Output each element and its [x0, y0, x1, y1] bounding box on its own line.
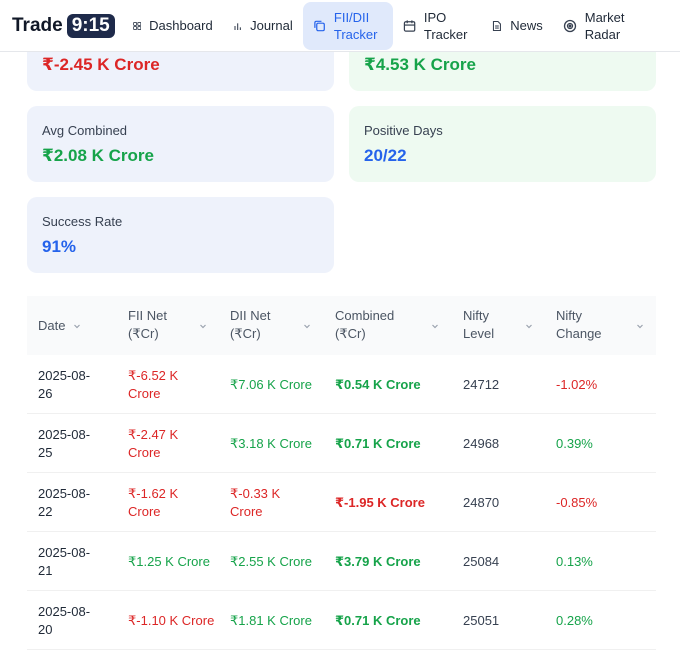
cell-fii-net: ₹-1.62 K Crore	[128, 486, 179, 519]
brand-badge: 9:15	[66, 13, 115, 38]
cell-date: 2025-08-26	[38, 368, 91, 401]
cell-combined: ₹0.71 K Crore	[335, 436, 421, 451]
nav-label: News	[510, 18, 543, 33]
table-row: 2025-08-22 ₹-1.62 K Crore ₹-0.33 K Crore…	[27, 473, 656, 532]
fii-dii-table: Date FII Net (₹Cr) DII Net (₹Cr) Combine…	[27, 296, 656, 650]
stat-value: ₹2.08 K Crore	[42, 146, 154, 165]
grid-icon	[132, 21, 141, 30]
cell-fii-net: ₹-6.52 K Crore	[128, 368, 179, 401]
cell-nifty-change: -0.85%	[556, 495, 598, 510]
column-header-nifty-level[interactable]: Nifty Level	[451, 296, 544, 355]
nav-label: IPO Tracker	[423, 9, 468, 42]
stat-value: ₹-2.45 K Crore	[42, 55, 160, 74]
nav-item-ipo-tracker[interactable]: IPO Tracker	[393, 2, 481, 50]
brand-logo[interactable]: Trade 9:15	[12, 13, 115, 38]
cell-dii-net: ₹2.55 K Crore	[230, 554, 312, 569]
cell-nifty-change: 0.13%	[556, 554, 593, 569]
table-row: 2025-08-25 ₹-2.47 K Crore ₹3.18 K Crore …	[27, 414, 656, 473]
stat-label: Success Rate	[42, 214, 123, 229]
cell-date: 2025-08-20	[38, 604, 91, 637]
cell-nifty-level: 24870	[463, 495, 500, 510]
stat-label: Positive Days	[364, 123, 443, 138]
chevron-down-icon	[432, 324, 438, 329]
nav-item-news[interactable]: News	[481, 2, 553, 50]
table-row: 2025-08-26 ₹-6.52 K Crore ₹7.06 K Crore …	[27, 355, 656, 414]
cell-date: 2025-08-22	[38, 486, 91, 519]
cell-fii-net: ₹-1.10 K Crore	[128, 613, 215, 628]
stat-value: ₹4.53 K Crore	[364, 55, 476, 74]
stat-card-avg-combined: Avg Combined ₹2.08 K Crore	[27, 106, 334, 182]
calendar-icon	[403, 19, 416, 32]
column-header-fii-net[interactable]: FII Net (₹Cr)	[117, 296, 219, 355]
column-header-nifty-change[interactable]: Nifty Change	[544, 296, 656, 355]
chevron-down-icon	[74, 324, 80, 329]
nav-label: Market Radar	[584, 9, 625, 42]
column-header-date[interactable]: Date	[27, 296, 117, 355]
cell-nifty-level: 24968	[463, 436, 500, 451]
column-header-dii-net[interactable]: DII Net (₹Cr)	[219, 296, 323, 355]
document-icon	[492, 20, 501, 31]
cell-date: 2025-08-25	[38, 427, 91, 460]
column-header-combined[interactable]: Combined (₹Cr)	[323, 296, 451, 355]
cell-fii-net: ₹1.25 K Crore	[128, 554, 210, 569]
radar-icon	[563, 19, 576, 32]
top-nav: Trade 9:15 Dashboard Journal FII/DII Tra…	[0, 0, 680, 52]
table-header: Date FII Net (₹Cr) DII Net (₹Cr) Combine…	[27, 296, 656, 355]
chevron-down-icon	[200, 324, 206, 329]
chevron-down-icon	[637, 324, 643, 329]
stat-value: 91%	[42, 237, 77, 256]
copy-icon	[314, 20, 325, 31]
stat-value: 20/22	[364, 146, 407, 165]
table-row: 2025-08-20 ₹-1.10 K Crore ₹1.81 K Crore …	[27, 591, 656, 650]
table-row: 2025-08-21 ₹1.25 K Crore ₹2.55 K Crore ₹…	[27, 532, 656, 591]
cell-nifty-level: 25051	[463, 613, 500, 628]
stat-card-success-rate: Success Rate 91%	[27, 197, 334, 273]
cell-nifty-level: 24712	[463, 377, 500, 392]
bar-chart-icon	[234, 22, 241, 30]
nav-label: Dashboard	[149, 18, 213, 33]
cell-dii-net: ₹3.18 K Crore	[230, 436, 312, 451]
stat-card-positive-days: Positive Days 20/22	[349, 106, 656, 182]
cell-combined: ₹-1.95 K Crore	[335, 495, 425, 510]
nav-item-market-radar[interactable]: Market Radar	[553, 2, 643, 50]
nav-label: Journal	[250, 18, 293, 33]
cell-dii-net: ₹-0.33 K Crore	[230, 486, 281, 519]
cell-nifty-change: 0.39%	[556, 436, 593, 451]
cell-combined: ₹0.54 K Crore	[335, 377, 421, 392]
nav-item-journal[interactable]: Journal	[223, 2, 303, 50]
cell-nifty-level: 25084	[463, 554, 500, 569]
chevron-down-icon	[304, 324, 310, 329]
cell-combined: ₹0.71 K Crore	[335, 613, 421, 628]
nav-item-dashboard[interactable]: Dashboard	[123, 2, 223, 50]
cell-dii-net: ₹7.06 K Crore	[230, 377, 312, 392]
nav-item-fii-dii-tracker[interactable]: FII/DII Tracker	[302, 1, 393, 50]
cell-date: 2025-08-21	[38, 545, 91, 578]
stat-label: Avg Combined	[42, 123, 128, 138]
cell-combined: ₹3.79 K Crore	[335, 554, 421, 569]
brand-name: Trade	[12, 14, 63, 36]
cell-nifty-change: 0.28%	[556, 613, 593, 628]
nav-label: FII/DII Tracker	[333, 9, 378, 42]
cell-fii-net: ₹-2.47 K Crore	[128, 427, 179, 460]
cell-dii-net: ₹1.81 K Crore	[230, 613, 312, 628]
chevron-down-icon	[526, 324, 532, 329]
cell-nifty-change: -1.02%	[556, 377, 598, 392]
